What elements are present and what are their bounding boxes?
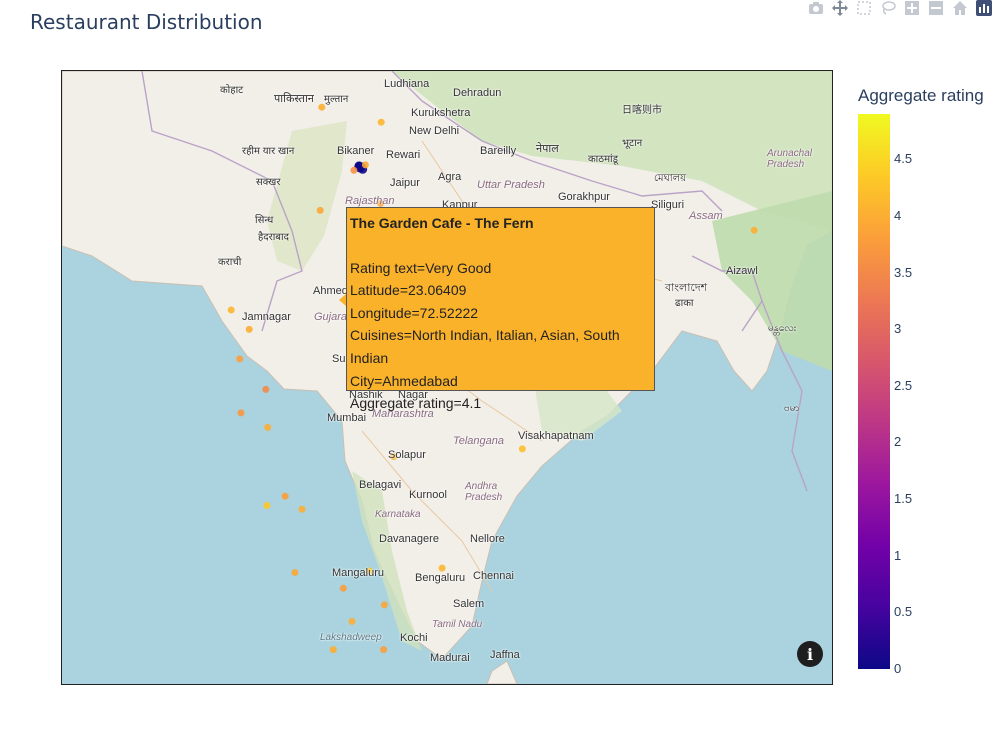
- pan-icon[interactable]: [832, 0, 848, 16]
- restaurant-point[interactable]: [365, 567, 373, 575]
- restaurant-point[interactable]: [380, 601, 388, 609]
- restaurant-point[interactable]: [438, 564, 446, 572]
- tooltip-arrow: [339, 294, 346, 306]
- colorbar-tick: 1: [894, 547, 902, 563]
- restaurant-point[interactable]: [350, 166, 358, 174]
- colorbar-tick: 4: [894, 207, 902, 223]
- restaurant-point[interactable]: [263, 502, 271, 509]
- restaurant-point[interactable]: [227, 306, 235, 314]
- tooltip-aggregate-rating: Aggregate rating=4.1: [350, 395, 482, 412]
- colorbar-title: Aggregate rating: [858, 86, 984, 105]
- restaurant-point[interactable]: [348, 617, 356, 625]
- restaurant-point[interactable]: [264, 423, 272, 431]
- restaurant-point[interactable]: [236, 355, 244, 363]
- colorbar: [858, 114, 890, 669]
- restaurant-point[interactable]: [339, 584, 347, 592]
- restaurant-point[interactable]: [237, 409, 245, 417]
- tooltip-title: The Garden Cafe - The Fern: [350, 215, 534, 231]
- restaurant-point[interactable]: [518, 445, 526, 453]
- restaurant-point[interactable]: [361, 161, 369, 169]
- modebar: [808, 0, 992, 16]
- restaurant-point[interactable]: [329, 646, 337, 654]
- info-icon[interactable]: i: [797, 641, 823, 667]
- hover-tooltip: The Garden Cafe - The Fern Rating text=V…: [346, 207, 655, 411]
- restaurant-point[interactable]: [377, 118, 385, 126]
- colorbar-tick: 2: [894, 434, 902, 450]
- lasso-icon[interactable]: [880, 0, 896, 16]
- colorbar-tick: 1.5: [894, 491, 913, 507]
- tooltip-cuisines: Cuisines=North Indian, Italian, Asian, S…: [350, 327, 620, 366]
- colorbar-tick: 0: [894, 661, 902, 676]
- page-title: Restaurant Distribution: [30, 10, 263, 34]
- home-icon[interactable]: [952, 0, 968, 16]
- restaurant-point[interactable]: [377, 199, 385, 207]
- restaurant-point[interactable]: [380, 646, 388, 654]
- colorbar-tick: 4.5: [894, 151, 913, 167]
- restaurant-point[interactable]: [245, 325, 253, 333]
- tooltip-rating-text: Rating text=Very Good: [350, 259, 492, 276]
- restaurant-point[interactable]: [291, 569, 299, 576]
- colorbar-tick: 2.5: [894, 377, 913, 393]
- restaurant-point[interactable]: [750, 226, 758, 234]
- tooltip-longitude: Longitude=72.52222: [350, 304, 479, 321]
- plotly-logo-icon[interactable]: [976, 0, 992, 16]
- tooltip-city: City=Ahmedabad: [350, 372, 458, 389]
- colorbar-tick: 0.5: [894, 604, 913, 620]
- camera-icon[interactable]: [808, 0, 824, 16]
- restaurant-point[interactable]: [298, 505, 306, 513]
- zoom-out-icon[interactable]: [928, 0, 944, 16]
- restaurant-point[interactable]: [318, 103, 326, 111]
- restaurant-point[interactable]: [262, 385, 270, 393]
- tooltip-latitude: Latitude=23.06409: [350, 282, 467, 299]
- restaurant-point[interactable]: [316, 206, 324, 214]
- restaurant-point[interactable]: [390, 453, 398, 461]
- restaurant-point[interactable]: [281, 492, 289, 500]
- box-select-icon[interactable]: [856, 0, 872, 16]
- colorbar-tick: 3.5: [894, 264, 913, 280]
- colorbar-tick: 3: [894, 321, 902, 337]
- zoom-in-icon[interactable]: [904, 0, 920, 16]
